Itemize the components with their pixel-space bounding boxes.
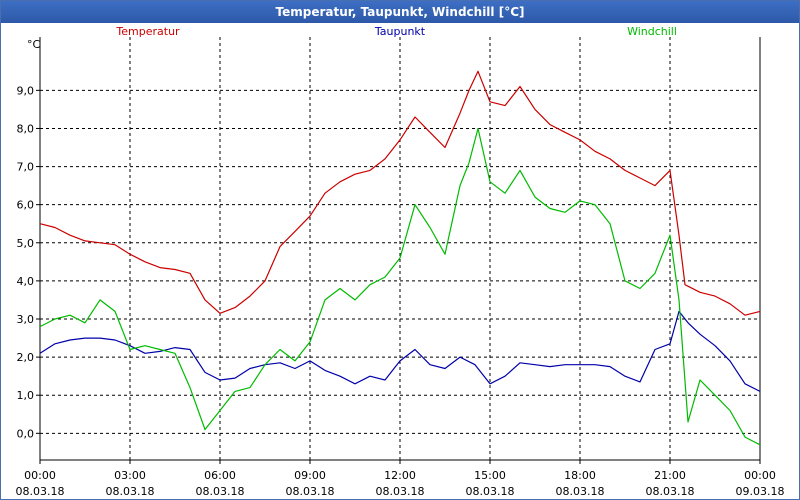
x-tick-time: 06:00 (204, 469, 236, 482)
y-tick-label: 1,0 (17, 389, 35, 402)
x-tick-time: 00:00 (744, 469, 776, 482)
line-chart: 0,0 1,0 2,0 3,0 4,0 5,0 6,0 7,0 8,0 9,0 00:00 08.03… (16, 25, 785, 498)
y-tick-label: 4,0 (17, 275, 35, 288)
y-tick-label: 3,0 (17, 313, 35, 326)
y-tick-label: 2,0 (17, 351, 35, 364)
x-tick-date: 08.03.18 (16, 485, 65, 498)
x-tick-time: 15:00 (474, 469, 506, 482)
x-tick-date: 08.03.18 (106, 485, 155, 498)
x-tick-time: 03:00 (114, 469, 146, 482)
x-tick-date: 08.03.18 (286, 485, 335, 498)
y-axis-unit: °C (27, 38, 41, 51)
legend-temperatur: Temperatur (115, 25, 180, 38)
y-tick-label: 6,0 (17, 199, 35, 212)
x-tick-time: 12:00 (384, 469, 416, 482)
x-tick-time: 00:00 (24, 469, 56, 482)
x-tick-time: 09:00 (294, 469, 326, 482)
y-tick-label: 8,0 (17, 122, 35, 135)
y-tick-label: 7,0 (17, 161, 35, 174)
x-tick-time: 18:00 (564, 469, 596, 482)
x-tick-date: 08.03.18 (556, 485, 605, 498)
x-tick-date: 08.03.18 (466, 485, 515, 498)
chart-grid (40, 37, 760, 460)
legend-windchill: Windchill (627, 25, 677, 38)
y-tick-label: 0,0 (17, 427, 35, 440)
chart-axes (36, 37, 761, 464)
y-tick-label: 5,0 (17, 237, 35, 250)
x-tick-date: 08.03.18 (196, 485, 245, 498)
x-tick-date: 09.03.18 (736, 485, 785, 498)
x-tick-date: 08.03.18 (376, 485, 425, 498)
x-tick-time: 21:00 (654, 469, 686, 482)
x-tick-date: 08.03.18 (646, 485, 695, 498)
legend-taupunkt: Taupunkt (374, 25, 426, 38)
y-tick-label: 9,0 (17, 84, 35, 97)
